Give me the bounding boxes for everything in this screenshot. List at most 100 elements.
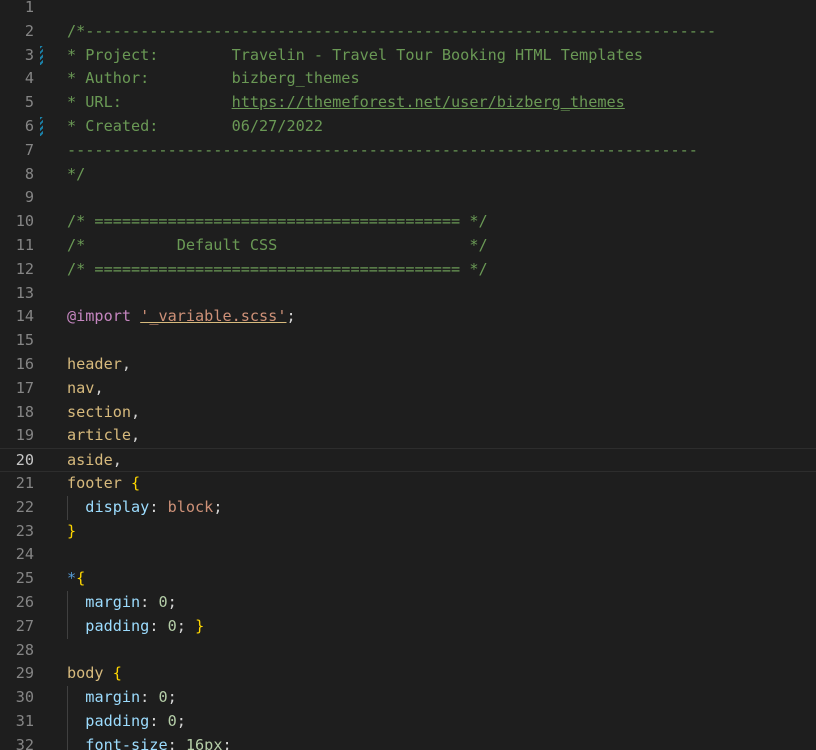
token-comment: /*--------------------------------------… <box>67 21 717 40</box>
code-line[interactable]: 1 <box>0 0 816 20</box>
token-comment: * URL: <box>67 93 232 112</box>
code-line[interactable]: 24 <box>0 543 816 567</box>
code-line[interactable]: 19 article, <box>0 424 816 448</box>
code-line[interactable]: 8 */ <box>0 163 816 187</box>
line-number: 4 <box>24 69 34 88</box>
code-line[interactable]: 30 margin: 0; <box>0 686 816 710</box>
code-text[interactable]: */ <box>67 163 85 187</box>
code-line[interactable]: 11 /* Default CSS */ <box>0 234 816 258</box>
code-line[interactable]: 7 ---------------------------------------… <box>0 139 816 163</box>
token-link[interactable]: https://themeforest.net/user/bizberg_the… <box>232 93 625 111</box>
code-text[interactable]: /* =====================================… <box>67 210 488 234</box>
code-line[interactable]: 18 section, <box>0 401 816 425</box>
code-line[interactable]: 21 footer { <box>0 472 816 496</box>
token-selector: body <box>67 664 104 683</box>
line-number: 10 <box>15 212 34 231</box>
code-line[interactable]: 26 margin: 0; <box>0 590 816 615</box>
code-text[interactable]: padding: 0; <box>67 710 186 734</box>
code-line[interactable]: 25 *{ <box>0 567 816 591</box>
code-text[interactable]: /*--------------------------------------… <box>67 20 716 44</box>
code-text[interactable]: header, <box>67 353 131 377</box>
code-text[interactable]: * Created: 06/27/2022 <box>67 115 323 139</box>
token-text: , <box>121 354 132 373</box>
code-line[interactable]: 10 /* ===================================… <box>0 210 816 234</box>
code-text[interactable]: * Project: Travelin - Travel Tour Bookin… <box>67 44 643 68</box>
line-number: 31 <box>15 711 34 730</box>
code-text[interactable]: aside, <box>67 449 122 473</box>
code-line[interactable]: 14 @import '_variable.scss'; <box>0 305 816 329</box>
token-text: : <box>149 497 168 516</box>
token-comment: * Author: bizberg_themes <box>67 69 360 88</box>
token-comment: * Created: 06/27/2022 <box>67 116 324 135</box>
code-line[interactable]: 13 <box>0 282 816 306</box>
token-comment: /* =====================================… <box>67 259 488 278</box>
line-number: 16 <box>15 354 34 373</box>
token-text: ; <box>213 497 223 516</box>
line-number: 8 <box>24 164 34 183</box>
line-number: 32 <box>15 735 34 750</box>
token-number: 0 <box>167 616 177 635</box>
code-text[interactable]: margin: 0; <box>67 591 177 615</box>
code-text[interactable]: * URL: https://themeforest.net/user/bizb… <box>67 91 625 115</box>
token-text: ; <box>222 735 232 750</box>
code-text[interactable]: /* =====================================… <box>67 258 488 282</box>
code-text[interactable]: display: block; <box>67 496 222 520</box>
line-number: 26 <box>15 592 34 611</box>
token-selector: aside <box>67 451 113 470</box>
token-text: ; <box>176 616 196 635</box>
git-modified-marker[interactable] <box>40 116 43 136</box>
code-line[interactable]: 22 display: block; <box>0 495 816 520</box>
code-text[interactable]: } <box>67 520 76 544</box>
code-line[interactable]: 16 header, <box>0 353 816 377</box>
code-line[interactable]: 9 <box>0 186 816 210</box>
code-line[interactable]: 31 padding: 0; <box>0 709 816 734</box>
token-number: 0 <box>158 688 168 707</box>
line-number: 13 <box>15 283 34 302</box>
code-text[interactable]: section, <box>67 401 140 425</box>
code-line[interactable]: 2 /*-------------------------------------… <box>0 20 816 44</box>
code-line[interactable]: 5 * URL: https://themeforest.net/user/biz… <box>0 91 816 115</box>
git-modified-marker[interactable] <box>40 45 43 65</box>
code-text[interactable]: margin: 0; <box>67 686 177 710</box>
code-text[interactable]: @import '_variable.scss'; <box>67 305 296 329</box>
token-text: ; <box>167 688 177 707</box>
code-text[interactable]: padding: 0; } <box>67 615 204 639</box>
code-text[interactable]: ----------------------------------------… <box>67 139 698 163</box>
line-number: 27 <box>15 616 34 635</box>
token-text: , <box>131 426 141 445</box>
code-line[interactable]: 23} <box>0 520 816 544</box>
token-property: padding <box>85 616 150 635</box>
code-text[interactable]: font-size: 16px; <box>67 734 232 750</box>
code-text[interactable]: nav, <box>67 377 104 401</box>
code-line[interactable]: 27 padding: 0; } <box>0 614 816 639</box>
code-text[interactable]: article, <box>67 424 140 448</box>
code-line[interactable]: 17 nav, <box>0 377 816 401</box>
code-text[interactable]: footer { <box>67 472 140 496</box>
token-comment: /* Default CSS */ <box>67 235 488 254</box>
token-text: : <box>167 735 186 750</box>
code-lines[interactable]: 1 2/*------------------------------------… <box>0 0 816 750</box>
code-text[interactable]: body { <box>67 662 122 686</box>
code-line[interactable]: 28 <box>0 639 816 663</box>
code-line[interactable]: 32 font-size: 16px; <box>0 733 816 750</box>
line-number: 15 <box>15 331 34 350</box>
code-editor[interactable]: 1 2/*------------------------------------… <box>0 0 816 750</box>
code-text[interactable]: * Author: bizberg_themes <box>67 67 360 91</box>
code-line[interactable]: 12 /* ===================================… <box>0 258 816 282</box>
token-property: margin <box>85 688 141 707</box>
code-line[interactable]: 6 * Created: 06/27/2022 <box>0 115 816 139</box>
token-selector: header <box>67 354 122 373</box>
code-line[interactable]: 15 <box>0 329 816 353</box>
line-number: 21 <box>15 473 34 492</box>
token-text: : <box>140 592 159 611</box>
code-line[interactable]: 29 body { <box>0 662 816 686</box>
token-text: ; <box>167 592 177 611</box>
code-line[interactable]: 3 * Project: Travelin - Travel Tour Booki… <box>0 44 816 68</box>
code-text[interactable]: /* Default CSS */ <box>67 234 488 258</box>
code-line[interactable]: 4 * Author: bizberg_themes <box>0 67 816 91</box>
code-text[interactable]: *{ <box>67 567 85 591</box>
code-line[interactable]: 20 aside, <box>0 448 816 472</box>
token-text: : <box>149 711 168 730</box>
